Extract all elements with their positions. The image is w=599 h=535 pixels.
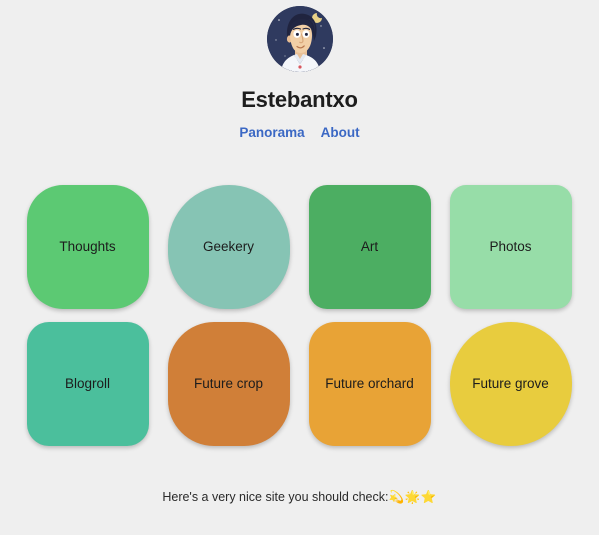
tile-label: Future crop: [193, 375, 264, 391]
footer-text: Here's a very nice site you should check…: [162, 489, 389, 504]
tile-blogroll[interactable]: Blogroll: [26, 321, 149, 446]
nav-link-panorama[interactable]: Panorama: [239, 126, 304, 140]
page-header: Estebantxo Panorama About: [0, 0, 599, 140]
tile-label: Future orchard: [325, 375, 414, 391]
tile-label: Photos: [489, 238, 532, 254]
tile-future-crop[interactable]: Future crop: [167, 321, 290, 446]
star-emoji-group: 💫🌟⭐: [388, 489, 437, 504]
tile-label: Art: [360, 238, 379, 254]
tile-future-grove[interactable]: Future grove: [449, 321, 572, 446]
tile-label: Thoughts: [59, 238, 116, 254]
footer: Here's a very nice site you should check…: [162, 489, 436, 505]
tile-art[interactable]: Art: [308, 184, 431, 309]
page-title: Estebantxo: [241, 87, 358, 112]
tile-thoughts[interactable]: Thoughts: [26, 184, 149, 309]
avatar-image: [266, 6, 333, 72]
profile-page: Estebantxo Panorama About Thoughts Geeke…: [0, 0, 599, 535]
avatar[interactable]: [266, 6, 333, 72]
nav-link-about[interactable]: About: [321, 126, 360, 140]
main-nav: Panorama About: [239, 126, 359, 140]
tile-geekery[interactable]: Geekery: [167, 184, 290, 309]
tile-photos[interactable]: Photos: [449, 184, 572, 309]
tile-label: Blogroll: [64, 375, 111, 391]
tile-future-orchard[interactable]: Future orchard: [308, 321, 431, 446]
tile-label: Geekery: [202, 238, 255, 254]
tile-label: Future grove: [472, 375, 549, 391]
category-grid: Thoughts Geekery Art Photos Blogroll Fut…: [26, 184, 573, 446]
